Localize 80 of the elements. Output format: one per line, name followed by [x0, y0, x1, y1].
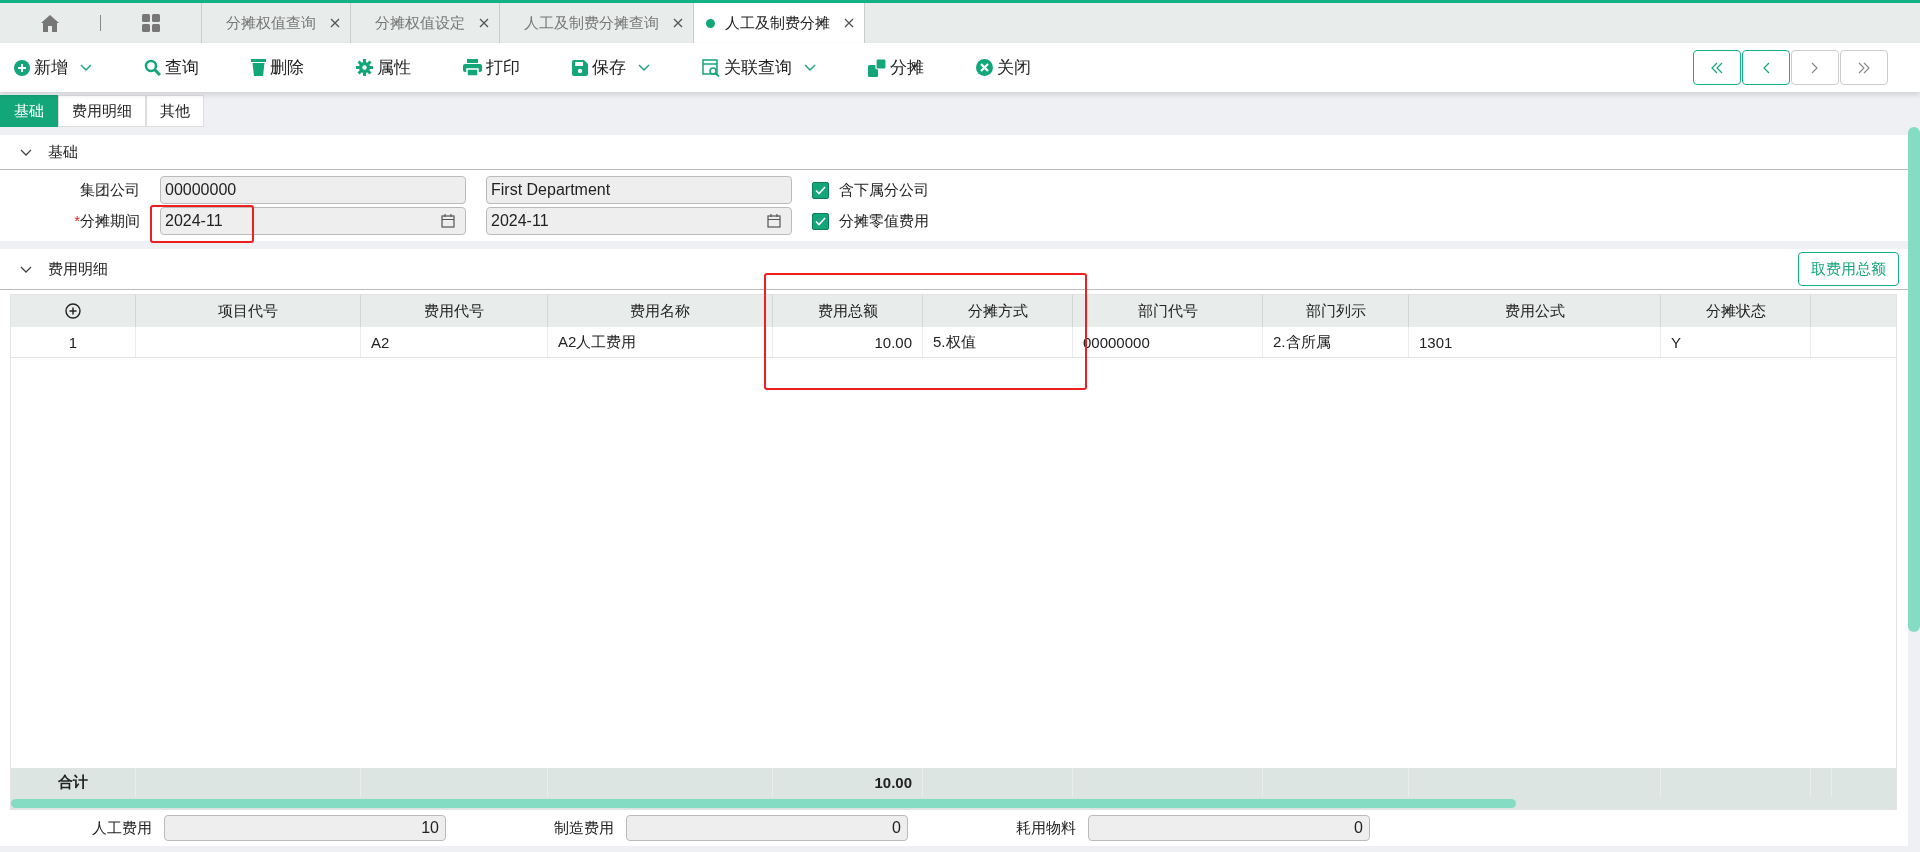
field-label: 耗用物料 [1015, 818, 1076, 838]
column-header[interactable]: 费用公式 [1504, 301, 1565, 321]
table-cell: 2.含所属 [1273, 332, 1331, 352]
checkbox[interactable] [812, 181, 829, 199]
vertical-scrollbar[interactable] [1908, 127, 1920, 632]
chevron-down-icon[interactable] [20, 265, 32, 273]
column-header[interactable]: 费用名称 [630, 301, 690, 321]
column-header[interactable]: 分摊方式 [967, 301, 1028, 321]
close-icon [976, 59, 993, 76]
field-label: 集团公司 [80, 180, 140, 198]
section-title: 基础 [48, 142, 78, 162]
input-field[interactable]: 00000000 [160, 176, 466, 204]
table-cell: A2人工费用 [558, 332, 637, 352]
field-label: 分摊期间 [80, 211, 140, 229]
pager-button[interactable] [1742, 50, 1790, 85]
double-chevron-right-icon [1858, 61, 1870, 74]
table-cell: 1 [68, 333, 78, 351]
table-cell: A2 [371, 333, 390, 351]
table-cell: 1301 [1419, 333, 1453, 351]
close-icon[interactable] [844, 18, 854, 28]
checkmark-icon [815, 216, 826, 226]
window-search-icon [702, 58, 720, 77]
page-tab[interactable]: 人工及制费分摊 [693, 3, 865, 43]
toolbar-button[interactable]: 打印 [463, 56, 520, 79]
required-mark: * [74, 211, 80, 229]
checkbox-label: 含下属分公司 [839, 180, 929, 200]
cubes-icon [868, 58, 886, 77]
toolbar-button[interactable]: 分摊 [868, 56, 924, 79]
calendar-icon [767, 214, 781, 228]
table-cell: Y [1671, 333, 1681, 351]
checkbox-label: 分摊零值费用 [839, 211, 929, 231]
toolbar-button[interactable]: 查询 [144, 56, 199, 79]
table-cell: 5.权值 [933, 332, 976, 352]
input-field[interactable]: 2024-11 [160, 207, 466, 235]
add-row-icon[interactable] [65, 303, 81, 319]
gear-icon [356, 59, 373, 76]
input-field[interactable]: 10 [164, 815, 446, 841]
horizontal-scrollbar[interactable] [11, 798, 1516, 808]
column-header[interactable]: 费用代号 [424, 301, 484, 321]
save-icon [572, 59, 588, 76]
pager-button[interactable] [1693, 50, 1741, 85]
form-tab[interactable]: 其他 [146, 95, 204, 127]
grid-icon[interactable] [142, 14, 160, 32]
double-chevron-left-icon [1711, 61, 1723, 74]
table-cell: 10.00 [874, 333, 912, 351]
column-header[interactable]: 部门代号 [1137, 301, 1198, 321]
home-icon[interactable] [41, 14, 59, 32]
toolbar-button[interactable]: 保存 [572, 56, 650, 79]
column-header[interactable]: 分摊状态 [1705, 301, 1766, 321]
total-cell: 10.00 [874, 774, 912, 791]
input-field[interactable]: 0 [1088, 815, 1370, 841]
toolbar-button[interactable]: 属性 [356, 56, 411, 79]
chevron-left-icon [1762, 61, 1770, 74]
total-cell: 合计 [58, 773, 88, 792]
input-field[interactable]: 2024-11 [486, 207, 792, 235]
checkbox[interactable] [812, 212, 829, 230]
printer-icon [463, 59, 482, 76]
chevron-right-icon [1811, 61, 1819, 74]
plus-icon [14, 59, 30, 76]
column-header[interactable]: 费用总额 [817, 301, 878, 321]
input-field[interactable]: 0 [626, 815, 908, 841]
search-icon [144, 59, 161, 76]
trash-icon [251, 59, 266, 76]
toolbar-button[interactable]: 新增 [14, 56, 92, 79]
input-field[interactable]: First Department [486, 176, 792, 204]
close-icon[interactable] [673, 18, 683, 28]
active-dot-icon [706, 18, 715, 28]
field-label: 人工费用 [91, 818, 152, 838]
section-title: 费用明细 [48, 259, 108, 279]
toolbar-button[interactable]: 删除 [251, 56, 304, 79]
form-tab[interactable]: 费用明细 [58, 95, 146, 127]
column-header[interactable]: 部门列示 [1305, 301, 1366, 321]
checkmark-icon [815, 185, 826, 195]
toolbar-button[interactable]: 关联查询 [702, 56, 816, 79]
field-label: 制造费用 [553, 818, 614, 838]
chevron-down-icon[interactable] [20, 148, 32, 156]
column-header[interactable]: 项目代号 [218, 301, 278, 321]
toolbar-button[interactable]: 关闭 [976, 56, 1031, 79]
close-icon[interactable] [479, 18, 489, 28]
close-icon[interactable] [330, 18, 340, 28]
